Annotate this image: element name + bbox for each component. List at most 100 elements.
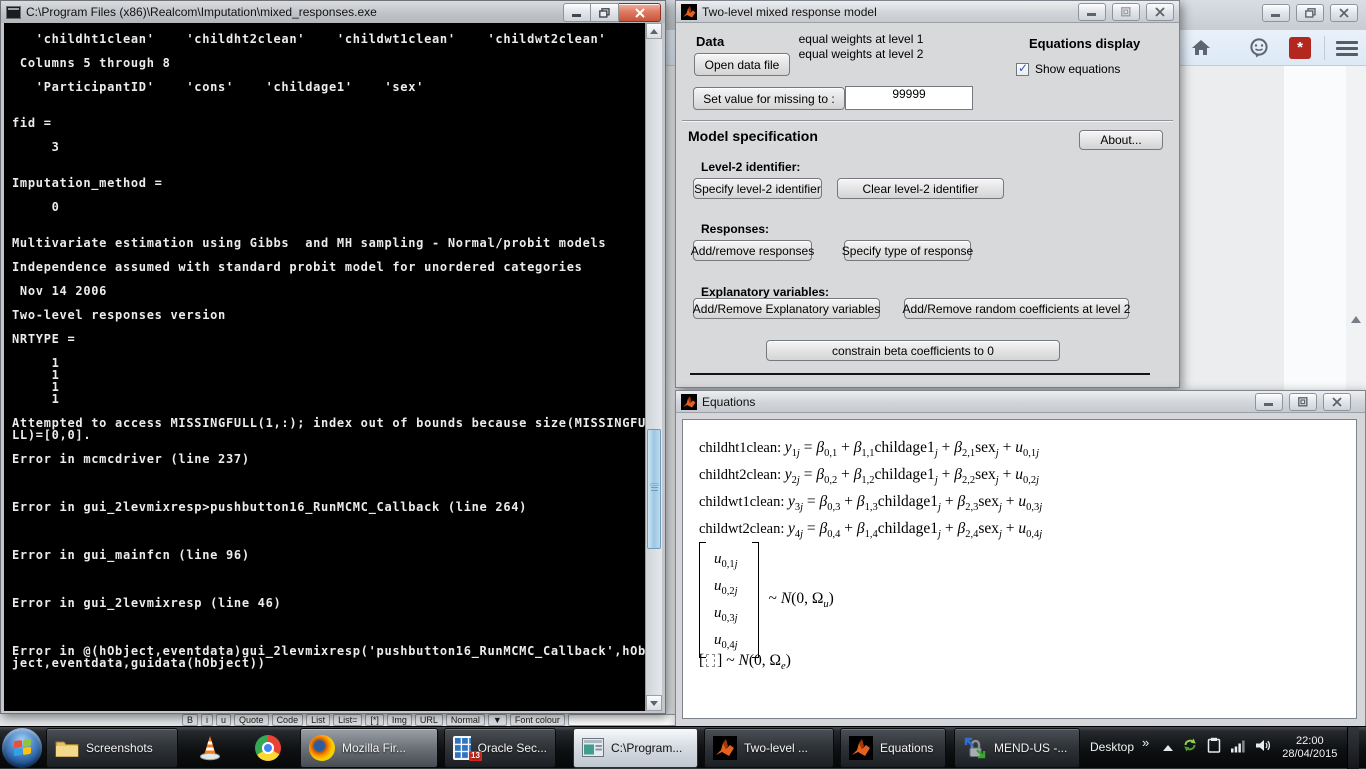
volume-icon[interactable] bbox=[1255, 738, 1272, 758]
bracket-left bbox=[699, 542, 706, 658]
editor-button[interactable]: Quote bbox=[234, 714, 269, 726]
add-remove-explanatory-button[interactable]: Add/Remove Explanatory variables bbox=[693, 298, 880, 319]
start-button[interactable] bbox=[2, 728, 42, 768]
system-tray bbox=[1163, 737, 1272, 758]
taskbar-button-2[interactable] bbox=[242, 728, 294, 768]
close-icon[interactable] bbox=[1323, 393, 1351, 411]
set-missing-value-button[interactable]: Set value for missing to : bbox=[693, 87, 845, 110]
equations-display-heading: Equations display bbox=[1029, 36, 1140, 51]
u-vector-entry: u0,1j bbox=[714, 546, 738, 573]
specify-level2-button[interactable]: Specify level-2 identifier bbox=[693, 178, 822, 199]
bracket-right bbox=[752, 542, 759, 658]
restore-icon[interactable] bbox=[591, 3, 619, 22]
responses-label: Responses: bbox=[701, 222, 769, 236]
matlab-icon bbox=[681, 394, 697, 410]
editor-button[interactable]: B bbox=[182, 714, 198, 726]
taskbar-items: Screenshots Mozilla Fir... Oracle Sec...13… bbox=[44, 728, 1080, 768]
minimize-icon[interactable] bbox=[563, 3, 591, 22]
network-icon[interactable] bbox=[1230, 738, 1246, 758]
firefox-window-controls bbox=[1256, 4, 1358, 22]
taskbar-button-label: Mozilla Fir... bbox=[342, 741, 406, 755]
terminal-output: 'childht1clean' 'childht2clean' 'childwt… bbox=[12, 33, 646, 669]
maximize-icon[interactable] bbox=[1289, 393, 1317, 411]
taskbar-button-label: Two-level ... bbox=[744, 741, 808, 755]
editor-button[interactable]: Img bbox=[387, 714, 412, 726]
specify-response-type-button[interactable]: Specify type of response bbox=[844, 240, 971, 261]
taskbar-button-7[interactable]: Equations bbox=[840, 728, 946, 768]
restore-icon[interactable] bbox=[1296, 4, 1324, 22]
lastpass-icon[interactable]: * bbox=[1289, 37, 1311, 59]
show-desktop-button[interactable] bbox=[1347, 727, 1359, 769]
close-icon[interactable] bbox=[619, 3, 661, 22]
close-icon[interactable] bbox=[1146, 3, 1174, 21]
minimize-icon[interactable] bbox=[1262, 4, 1290, 22]
taskbar-button-5[interactable]: C:\Program... bbox=[573, 728, 698, 768]
taskbar-button-1[interactable] bbox=[184, 728, 236, 768]
scroll-down-icon[interactable] bbox=[646, 695, 662, 711]
constrain-beta-button[interactable]: constrain beta coefficients to 0 bbox=[766, 340, 1060, 361]
close-icon[interactable] bbox=[1330, 4, 1358, 22]
maximize-icon[interactable] bbox=[1112, 3, 1140, 21]
scroll-up-icon[interactable] bbox=[1351, 316, 1361, 323]
taskbar-button-6[interactable]: Two-level ... bbox=[704, 728, 834, 768]
explanatory-variables-label: Explanatory variables: bbox=[701, 285, 829, 299]
taskbar-button-3[interactable]: Mozilla Fir... bbox=[300, 728, 438, 768]
equation-row: childht2clean: y2j = β0,2 + β1,2childage… bbox=[699, 461, 1042, 488]
badge: 13 bbox=[469, 751, 482, 761]
random-effects-vector: u0,1ju0,2ju0,3ju0,4j ~ N(0, Ωu) bbox=[699, 542, 834, 658]
equation-list: childht1clean: y1j = β0,1 + β1,1childage… bbox=[699, 434, 1042, 542]
missing-value-input[interactable]: 99999 bbox=[845, 86, 973, 110]
desktop-toolbar[interactable]: Desktop » bbox=[1090, 740, 1149, 755]
windows-logo-icon bbox=[14, 739, 31, 756]
minimize-icon[interactable] bbox=[1255, 393, 1283, 411]
sync-icon[interactable] bbox=[1182, 737, 1198, 758]
folder-icon bbox=[55, 738, 79, 758]
terminal-screen[interactable]: 'childht1clean' 'childht2clean' 'childwt… bbox=[4, 23, 647, 711]
editor-button[interactable]: List bbox=[306, 714, 330, 726]
taskbar-button-4[interactable]: Oracle Sec...13 bbox=[444, 728, 556, 768]
editor-button[interactable]: i bbox=[201, 714, 213, 726]
editor-button[interactable]: Code bbox=[272, 714, 304, 726]
editor-button[interactable]: ▼ bbox=[488, 714, 507, 726]
vlc-icon bbox=[198, 735, 222, 761]
equations-window-title: Equations bbox=[702, 395, 755, 409]
clock-time: 22:00 bbox=[1282, 735, 1337, 748]
desktop-label: Desktop bbox=[1090, 740, 1134, 754]
show-equations-checkbox[interactable] bbox=[1016, 63, 1029, 76]
scrollbar-thumb[interactable] bbox=[647, 429, 661, 549]
add-remove-random-coefficients-button[interactable]: Add/Remove random coefficients at level … bbox=[904, 298, 1129, 319]
model-window: Two-level mixed response model Data equa… bbox=[675, 0, 1180, 388]
about-button[interactable]: About... bbox=[1079, 130, 1163, 150]
menu-icon[interactable] bbox=[1336, 38, 1358, 59]
terminal-scrollbar[interactable] bbox=[645, 23, 662, 711]
equation-row: childwt1clean: y3j = β0,3 + β1,3childage… bbox=[699, 488, 1042, 515]
scroll-up-icon[interactable] bbox=[646, 23, 662, 39]
minimize-icon[interactable] bbox=[1078, 3, 1106, 21]
editor-button[interactable]: URL bbox=[415, 714, 443, 726]
taskbar: Screenshots Mozilla Fir... Oracle Sec...13… bbox=[0, 726, 1366, 768]
taskbar-button-0[interactable]: Screenshots bbox=[46, 728, 178, 768]
bottom-divider bbox=[690, 373, 1150, 375]
dashed-placeholder bbox=[706, 654, 715, 667]
level2-identifier-label: Level-2 identifier: bbox=[701, 160, 800, 174]
editor-button[interactable]: Font colour bbox=[510, 714, 565, 726]
equation-row: childwt2clean: y4j = β0,4 + β1,4childage… bbox=[699, 515, 1042, 542]
home-icon[interactable] bbox=[1191, 38, 1211, 61]
show-hidden-icon[interactable] bbox=[1163, 745, 1173, 751]
editor-button[interactable]: [*] bbox=[365, 714, 384, 726]
clear-level2-button[interactable]: Clear level-2 identifier bbox=[837, 178, 1004, 199]
taskbar-button-8[interactable]: MEND-US -... bbox=[954, 728, 1080, 768]
editor-button[interactable]: u bbox=[216, 714, 231, 726]
data-section-heading: Data bbox=[696, 34, 724, 49]
matlab-icon bbox=[849, 736, 873, 760]
open-data-file-button[interactable]: Open data file bbox=[694, 53, 790, 76]
chevron-icon[interactable]: » bbox=[1142, 735, 1149, 750]
clipboard-icon[interactable] bbox=[1207, 737, 1221, 758]
chat-icon[interactable] bbox=[1249, 38, 1269, 63]
add-remove-responses-button[interactable]: Add/remove responses bbox=[693, 240, 812, 261]
taskbar-clock[interactable]: 22:00 28/04/2015 bbox=[1282, 735, 1337, 761]
toolbar-divider bbox=[1324, 36, 1325, 60]
editor-button[interactable]: List= bbox=[333, 714, 362, 726]
editor-button[interactable]: Normal bbox=[446, 714, 485, 726]
model-specification-heading: Model specification bbox=[688, 128, 818, 144]
